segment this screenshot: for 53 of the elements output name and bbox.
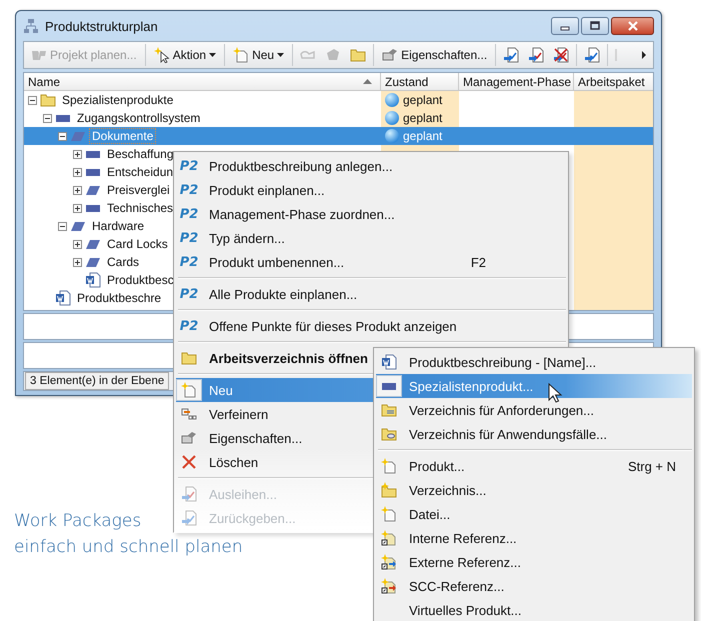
item-label: Technisches: [106, 200, 174, 216]
menu-item-label: Datei...: [408, 506, 452, 522]
menu-item-label: Produkt umbenennen...: [208, 254, 346, 270]
menu-item-label: Alle Produkte einplanen...: [208, 286, 358, 302]
menu-item-label: Interne Referenz...: [408, 530, 518, 546]
logo-text: P2: [180, 230, 198, 246]
item-label: Produktbeschre: [76, 290, 162, 306]
item-label: Zugangskontrollsystem: [76, 110, 202, 126]
menu-item-label: Offene Punkte für dieses Produkt anzeigen: [208, 318, 458, 334]
caption-text: Work Packages: [14, 510, 142, 533]
menu-item-label: Produktbeschreibung - [Name]...: [408, 354, 598, 370]
menu-item-label: Eigenschaften...: [208, 430, 304, 446]
item-label: Beschaffung: [106, 146, 174, 162]
shortcut-text: F2: [470, 254, 487, 270]
menu-item-label: Verzeichnis für Anforderungen...: [408, 402, 596, 418]
menu-item-label: Produktbeschreibung anlegen...: [208, 158, 394, 174]
item-label: Cards: [106, 254, 140, 270]
status-text: geplant: [403, 111, 442, 125]
status-text: geplant: [403, 93, 442, 107]
item-label: Hardware: [91, 218, 146, 234]
item-label: Card Locks: [106, 236, 169, 252]
item-label: Produktbesc: [106, 272, 175, 288]
menu-item-label: Produkt einplanen...: [208, 182, 326, 198]
menu-item-label: Verzeichnis für Anwendungsfälle...: [408, 426, 608, 442]
logo-text: P2: [180, 254, 198, 270]
menu-item-label: Verzeichnis...: [408, 482, 488, 498]
menu-item-label: Neu: [208, 382, 234, 398]
item-label: Dokumente: [89, 128, 156, 144]
menu-item-label: Löschen: [208, 454, 260, 470]
logo-text: P2: [180, 286, 198, 302]
item-label: Entscheidun: [106, 164, 174, 180]
menu-item-label: Management-Phase zuordnen...: [208, 206, 396, 222]
menu-item-label: Virtuelles Produkt...: [408, 602, 522, 618]
menu-item-label: Typ ändern...: [208, 230, 286, 246]
menu-item-label: Arbeitsverzeichnis öffnen: [208, 350, 369, 366]
logo-text: P2: [180, 182, 198, 198]
caption-text: einfach und schnell planen: [14, 536, 243, 559]
logo-text: P2: [180, 206, 198, 222]
menu-item-label: Ausleihen...: [208, 486, 278, 502]
status-bar-text: 3 Element(e) in der Ebene: [25, 372, 170, 390]
item-label: Preisverglei: [106, 182, 171, 198]
item-label: Spezialistenprodukte: [61, 92, 174, 108]
logo-text: P2: [180, 318, 198, 334]
shortcut-text: Strg + N: [628, 458, 677, 474]
logo-text: P2: [180, 158, 198, 174]
menu-item-label: Spezialistenprodukt...: [408, 378, 534, 394]
window-title: Produktstrukturplan: [45, 18, 158, 34]
status-text: geplant: [403, 129, 442, 143]
menu-item-label: Zurückgeben...: [208, 510, 297, 526]
menu-item-label: Produkt...: [408, 458, 466, 474]
menu-item-label: Verfeinern: [208, 406, 270, 422]
menu-item-label: Externe Referenz...: [408, 554, 522, 570]
menu-item-label: SCC-Referenz...: [408, 578, 506, 594]
